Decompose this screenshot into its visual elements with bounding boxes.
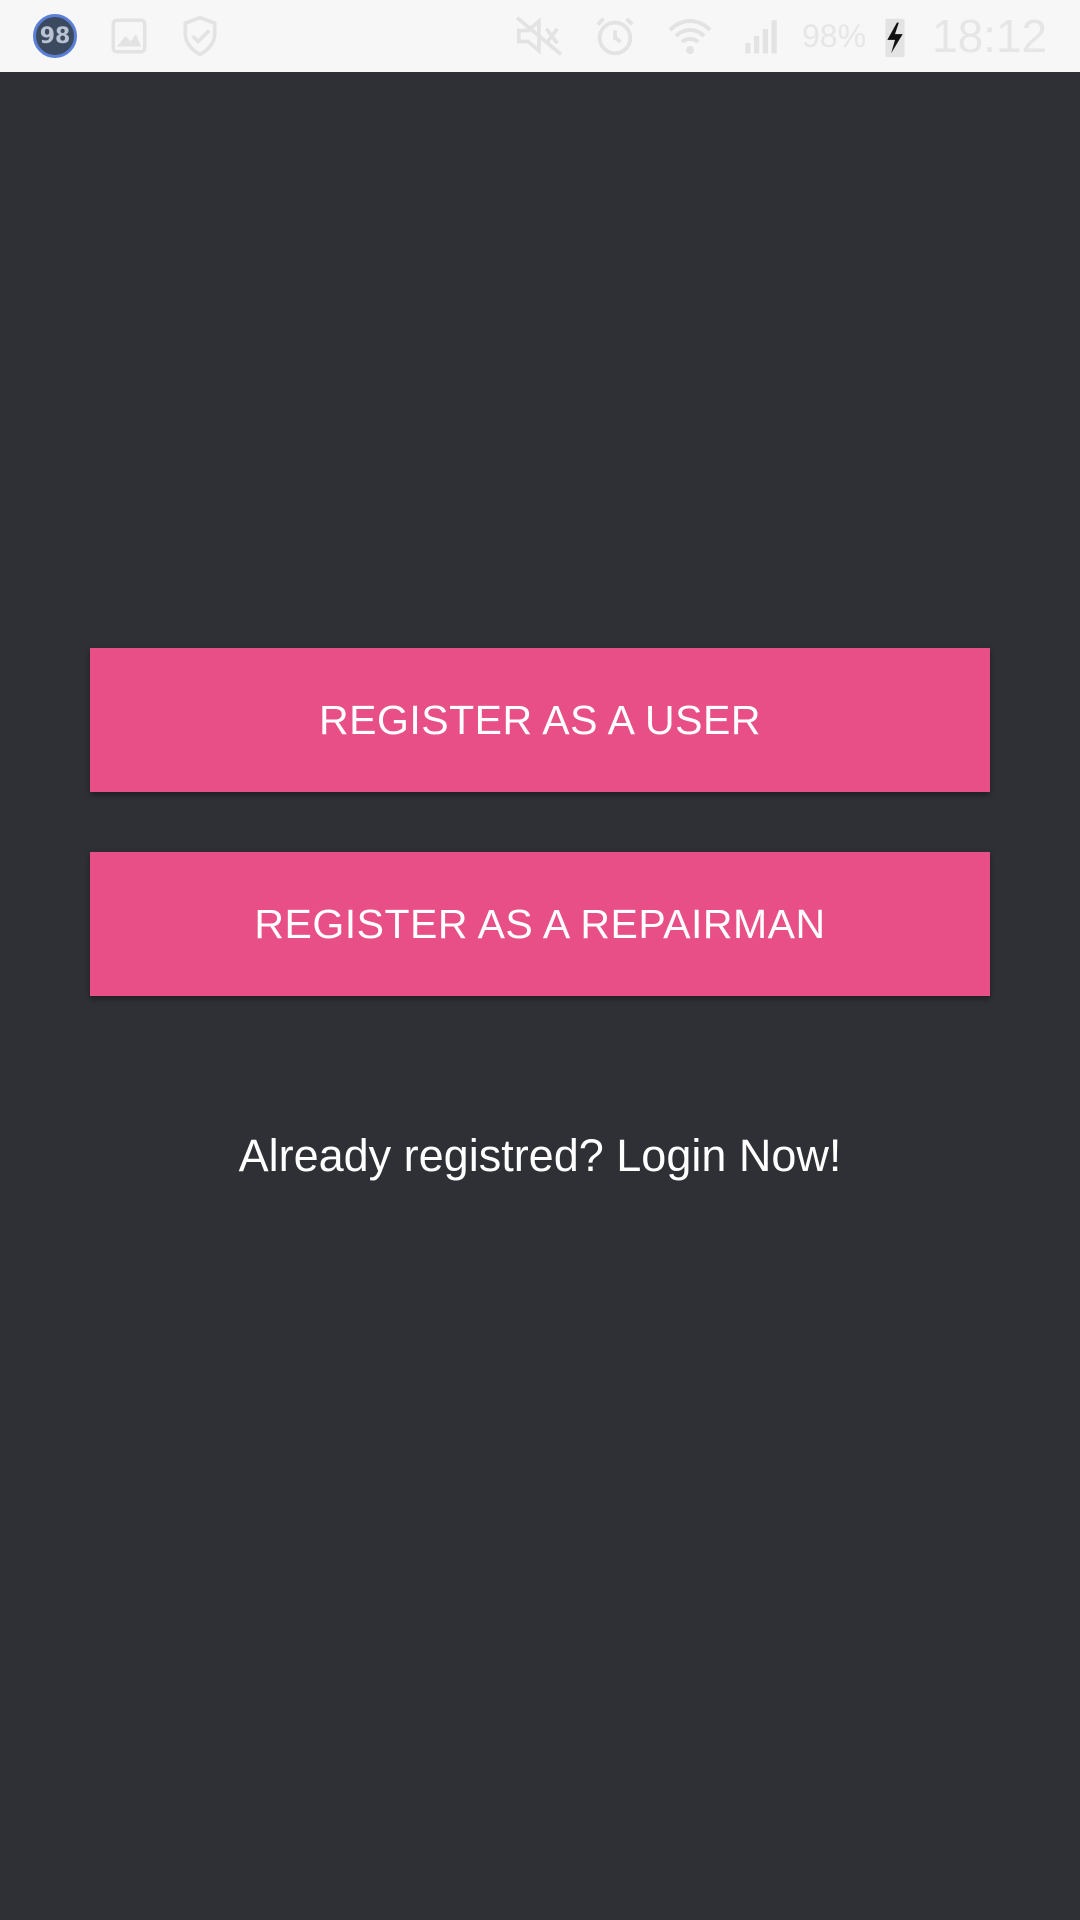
mute-icon <box>510 0 568 72</box>
notification-count: 98 <box>33 14 77 58</box>
login-now-link[interactable]: Already registred? Login Now! <box>0 1130 1080 1182</box>
battery-percent: 98% <box>802 17 867 54</box>
signal-icon <box>738 0 784 72</box>
shield-check-icon <box>176 0 224 72</box>
register-repairman-button[interactable]: REGISTER AS A REPAIRMAN <box>90 852 990 996</box>
image-icon <box>106 0 152 72</box>
register-user-button[interactable]: REGISTER AS A USER <box>90 648 990 792</box>
clock: 18:12 <box>932 10 1048 62</box>
registration-screen <box>0 72 1080 1920</box>
wifi-icon <box>664 0 716 72</box>
battery-charging-icon <box>876 0 914 72</box>
status-bar: 98 98% 18:12 <box>0 0 1080 72</box>
alarm-icon <box>590 0 640 72</box>
notification-badge-icon: 98 <box>30 0 80 72</box>
